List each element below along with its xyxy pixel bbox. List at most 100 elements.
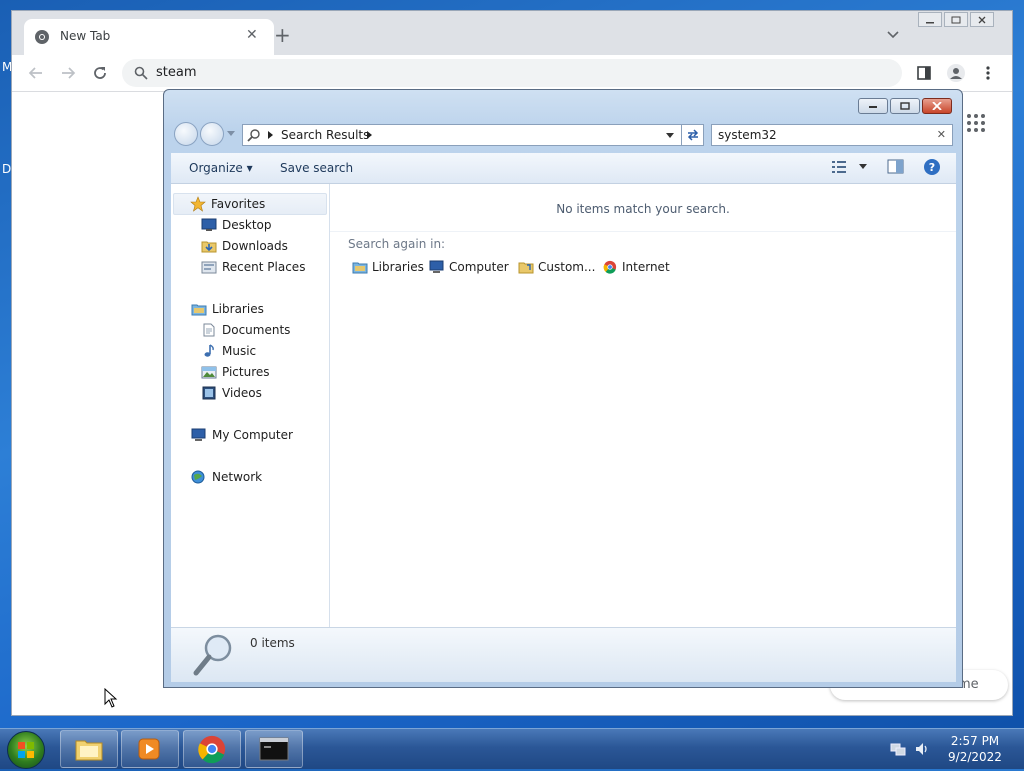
avatar-icon [947,64,965,82]
refresh-icon [687,129,698,141]
nav-label: Network [212,470,263,484]
change-view-icon[interactable] [831,160,847,174]
nav-item-recent-places[interactable]: Recent Places [201,257,305,277]
taskbar-explorer[interactable] [60,730,118,768]
breadcrumb-search-results[interactable]: Search Results [281,128,369,142]
mouse-cursor-icon [104,688,118,708]
chrome-toolbar: steam [12,55,1012,92]
save-search-button[interactable]: Save search [280,161,353,175]
menu-button[interactable] [978,63,998,83]
close-button[interactable] [970,12,994,27]
taskbar-command-prompt[interactable] [245,730,303,768]
divider [330,231,956,232]
custom-folder-icon [518,262,534,274]
breadcrumb-arrow-icon[interactable] [367,131,373,139]
network-tray-icon[interactable] [890,741,906,757]
nav-item-pictures[interactable]: Pictures [201,362,270,382]
system-clock[interactable]: 2:57 PM 9/2/2022 [940,733,1010,765]
search-query: system32 [718,128,777,142]
libraries-icon [191,304,207,316]
nav-item-favorites[interactable]: Favorites [173,193,327,215]
terminal-icon [259,737,289,761]
taskbar: 2:57 PM 9/2/2022 [0,728,1024,769]
explorer-maximize-button[interactable] [890,98,920,114]
nav-label: Pictures [222,365,270,379]
refresh-button[interactable] [682,124,704,146]
clear-search-icon[interactable]: ✕ [937,128,946,141]
nav-label: Libraries [212,302,264,316]
profile-button[interactable] [946,63,966,83]
nav-item-libraries[interactable]: Libraries [191,299,264,319]
explorer-back-button[interactable] [174,122,198,146]
location-label: Computer [449,260,509,274]
explorer-minimize-button[interactable] [858,98,888,114]
forward-button[interactable] [58,63,78,83]
nav-item-my-computer[interactable]: My Computer [191,425,293,445]
nav-label: Downloads [222,239,288,253]
close-icon [978,16,986,23]
restore-icon [951,16,961,23]
computer-icon [191,428,206,441]
chevron-down-icon[interactable] [886,27,900,41]
explorer-search-input[interactable]: system32 ✕ [711,124,953,146]
location-label: Internet [622,260,670,274]
downloads-folder-icon [201,241,217,253]
nav-item-music[interactable]: Music [201,341,256,361]
nav-item-network[interactable]: Network [191,467,262,487]
tab-strip: New Tab ✕ + [12,11,1012,55]
network-icon [191,470,205,484]
nav-item-videos[interactable]: Videos [201,383,262,403]
reload-icon [94,67,106,79]
explorer-forward-button[interactable] [200,122,224,146]
chrome-icon [603,260,617,274]
search-again-libraries[interactable]: Libraries [352,260,424,274]
clock-date: 9/2/2022 [948,750,1002,764]
search-icon [134,66,148,80]
taskbar-chrome[interactable] [183,730,241,768]
back-forward-buttons [172,121,235,147]
taskbar-media-player[interactable] [121,730,179,768]
search-again-internet[interactable]: Internet [602,260,670,274]
explorer-close-button[interactable] [922,98,952,114]
volume-icon[interactable] [914,741,930,757]
nav-item-downloads[interactable]: Downloads [201,236,288,256]
search-again-custom[interactable]: Custom... [518,260,595,274]
music-note-icon [204,344,214,357]
results-pane: No items match your search. Search again… [330,184,956,627]
pictures-icon [201,366,217,379]
address-bar[interactable]: steam [122,59,902,87]
nav-label: Recent Places [222,260,306,274]
side-panel-button[interactable] [914,63,934,83]
location-label: Libraries [372,260,424,274]
nav-label: Music [222,344,257,358]
google-apps-icon[interactable] [966,113,986,133]
tab-title: New Tab [60,29,111,43]
chrome-window-controls [916,12,994,28]
details-pane: 0 items [171,627,956,682]
nav-label: My Computer [212,428,293,442]
svg-text:?: ? [929,161,935,174]
organize-button[interactable]: Organize ▾ [189,161,253,175]
new-tab-button[interactable]: + [274,25,291,45]
restore-button[interactable] [944,12,968,27]
navigation-pane: Favorites Desktop Downloads Recent Place… [171,184,330,627]
preview-pane-icon[interactable] [887,159,905,175]
tab-new-tab[interactable]: New Tab ✕ [24,19,274,55]
address-dropdown-icon[interactable] [666,133,674,139]
recent-pages-chevron-icon[interactable] [227,131,235,137]
explorer-address-bar[interactable]: Search Results [242,124,682,146]
nav-item-desktop[interactable]: Desktop [201,215,272,235]
start-button[interactable] [7,731,45,769]
minimize-button[interactable] [918,12,942,27]
view-options-chevron-icon[interactable] [859,164,867,170]
help-icon[interactable]: ? [923,158,941,176]
search-again-computer[interactable]: Computer [429,260,509,274]
organize-label: Organize [189,161,243,175]
reload-button[interactable] [90,63,110,83]
close-tab-icon[interactable]: ✕ [246,27,258,43]
breadcrumb-arrow-icon[interactable] [268,131,274,139]
minimize-icon [869,106,877,108]
libraries-icon [352,262,368,274]
nav-item-documents[interactable]: Documents [201,320,290,340]
back-button[interactable] [26,63,46,83]
